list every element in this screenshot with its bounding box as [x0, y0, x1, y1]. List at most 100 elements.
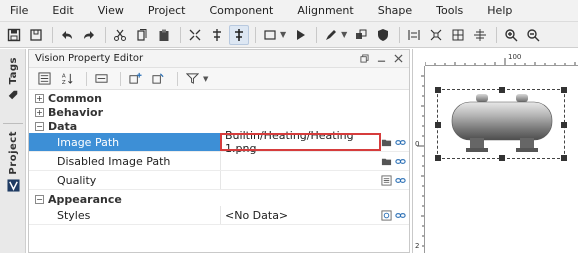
left-dock-tabs: Tags Project — [0, 49, 26, 253]
active-layers-icon[interactable] — [229, 24, 249, 45]
expand-icon[interactable]: + — [35, 107, 44, 117]
dataset-icon[interactable] — [381, 174, 392, 186]
toolbar-separator — [52, 26, 53, 43]
property-name: Image Path — [29, 133, 220, 151]
save-all-icon[interactable] — [26, 25, 46, 45]
property-row-quality[interactable]: Quality — [29, 171, 409, 190]
snap-icon[interactable] — [470, 25, 490, 45]
category-behavior[interactable]: + Behavior — [29, 105, 409, 119]
menu-alignment[interactable]: Alignment — [285, 0, 365, 22]
align-icon[interactable] — [404, 25, 424, 45]
link-icon[interactable] — [395, 210, 406, 221]
chevron-down-icon[interactable]: ▼ — [341, 30, 347, 39]
toolbar-separator — [316, 26, 318, 43]
folder-open-icon[interactable] — [381, 156, 392, 167]
menu-help[interactable]: Help — [475, 0, 524, 22]
tab-divider — [3, 123, 23, 124]
group-icon[interactable] — [185, 25, 205, 45]
shield-icon[interactable] — [373, 25, 393, 45]
property-row-styles[interactable]: Styles <No Data> — [29, 206, 409, 225]
svg-text:A: A — [61, 74, 65, 80]
zoom-in-icon[interactable] — [501, 25, 521, 45]
resize-handle[interactable] — [435, 155, 441, 161]
paste-icon[interactable] — [154, 25, 174, 45]
resize-handle[interactable] — [435, 122, 441, 128]
cut-icon[interactable] — [110, 25, 130, 45]
pen-icon[interactable] — [321, 25, 341, 45]
grid-icon[interactable] — [448, 25, 468, 45]
expand-icon[interactable]: + — [35, 93, 44, 103]
category-label: Behavior — [48, 105, 104, 119]
chevron-down-icon[interactable]: ▼ — [280, 30, 286, 39]
collapse-icon[interactable]: − — [35, 121, 44, 131]
panel-window-controls — [360, 50, 403, 68]
property-view-icon[interactable] — [92, 70, 110, 88]
menu-edit[interactable]: Edit — [40, 0, 85, 22]
property-actions — [381, 206, 409, 224]
menu-project[interactable]: Project — [136, 0, 198, 22]
filter-icon[interactable] — [183, 70, 201, 88]
edit-property-icon[interactable] — [149, 70, 167, 88]
minimize-icon[interactable] — [377, 53, 386, 66]
restore-icon[interactable] — [360, 53, 369, 66]
sort-az-icon[interactable]: AZ — [58, 70, 76, 88]
menu-bar: File Edit View Project Component Alignme… — [0, 0, 578, 22]
menu-file[interactable]: File — [0, 0, 40, 22]
tab-tags[interactable]: Tags — [2, 57, 24, 102]
rectangle-icon[interactable] — [260, 25, 280, 45]
play-icon[interactable] — [290, 25, 310, 45]
category-appearance[interactable]: − Appearance — [29, 192, 409, 206]
property-row-image-path[interactable]: Image Path Builtin/Heating/Heating 1.png — [29, 129, 409, 155]
menu-component[interactable]: Component — [197, 0, 285, 22]
folder-open-icon[interactable] — [381, 137, 392, 148]
resize-handle[interactable] — [561, 155, 567, 161]
quality-field[interactable] — [220, 171, 381, 189]
image-path-field[interactable]: Builtin/Heating/Heating 1.png — [220, 129, 381, 155]
selected-component[interactable] — [435, 87, 567, 161]
menu-view[interactable]: View — [86, 0, 136, 22]
resize-handle[interactable] — [499, 155, 505, 161]
ruler-vertical: 0 2 — [413, 66, 425, 253]
tab-project[interactable]: Project — [2, 131, 24, 193]
main-toolbar: ▼ ▼ — [0, 22, 578, 48]
redo-icon[interactable] — [79, 25, 99, 45]
toolbar-separator — [255, 26, 256, 43]
resize-handle[interactable] — [499, 87, 505, 93]
chevron-down-icon[interactable]: ▼ — [203, 75, 208, 83]
copy-icon[interactable] — [132, 25, 152, 45]
menu-tools[interactable]: Tools — [424, 0, 475, 22]
ruler-label: 2 — [415, 242, 420, 250]
link-icon[interactable] — [395, 175, 406, 186]
property-row-disabled-image-path[interactable]: Disabled Image Path — [29, 152, 409, 171]
resize-handle[interactable] — [561, 122, 567, 128]
save-icon[interactable] — [4, 25, 24, 45]
toolbar-separator — [180, 26, 181, 43]
layers-icon[interactable] — [207, 25, 227, 45]
resize-handle[interactable] — [435, 87, 441, 93]
toolbar-separator — [177, 71, 178, 86]
tag-icon — [6, 88, 20, 102]
undo-icon[interactable] — [57, 25, 77, 45]
distribute-icon[interactable] — [426, 25, 446, 45]
resize-handle[interactable] — [561, 87, 567, 93]
style-editor-icon[interactable] — [381, 209, 392, 221]
add-property-icon[interactable] — [126, 70, 144, 88]
styles-field[interactable]: <No Data> — [220, 206, 381, 224]
property-name: Styles — [57, 208, 91, 222]
property-actions — [381, 133, 409, 151]
link-icon[interactable] — [395, 137, 406, 148]
toolbar-separator — [120, 71, 121, 86]
category-label: Data — [48, 119, 78, 133]
union-icon[interactable] — [351, 25, 371, 45]
disabled-image-path-field[interactable] — [220, 152, 381, 170]
close-icon[interactable] — [394, 53, 403, 66]
link-icon[interactable] — [395, 156, 406, 167]
collapse-icon[interactable]: − — [35, 194, 44, 204]
zoom-out-icon[interactable] — [523, 25, 543, 45]
designer-canvas[interactable]: 100 0 2 — [412, 49, 578, 253]
heating-tank-image — [451, 94, 553, 152]
category-label: Common — [48, 91, 102, 105]
menu-shape[interactable]: Shape — [366, 0, 424, 22]
categorized-view-icon[interactable] — [35, 70, 53, 88]
category-common[interactable]: + Common — [29, 91, 409, 105]
